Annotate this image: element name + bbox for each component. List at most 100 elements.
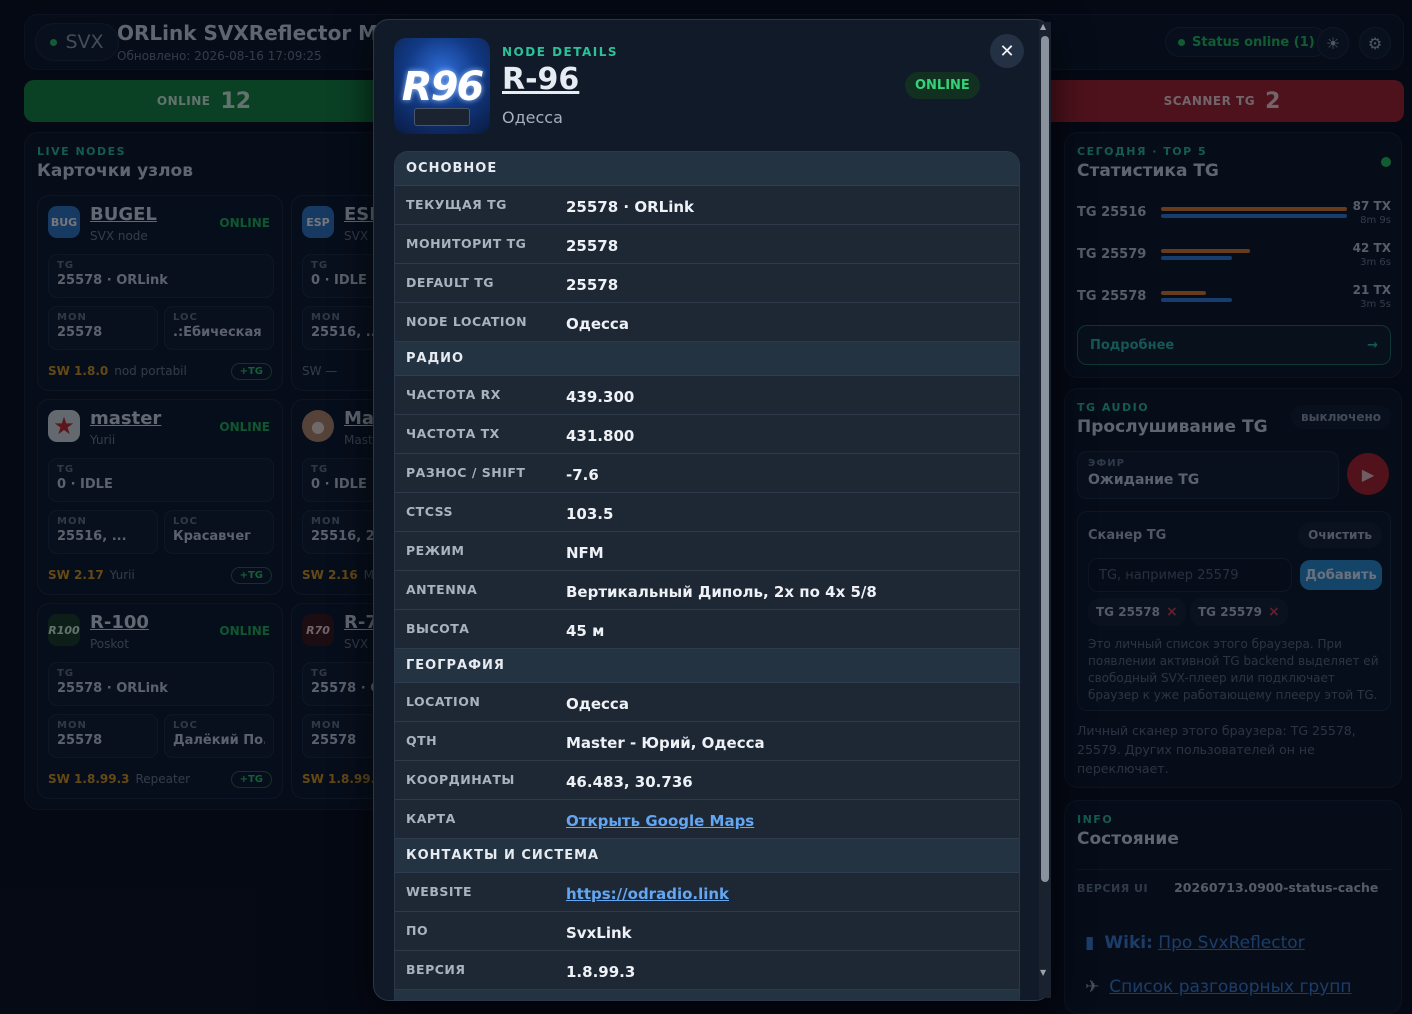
node-name[interactable]: BUGEL [90,204,157,225]
node-details-table: ОСНОВНОЕ ТЕКУЩАЯ TG 25578 · ORLink МОНИТОРИ… [394,151,1020,1000]
node-card-esp[interactable]: ESP ESP SVX n TG 0 · IDLE MON 25516, ...… [291,195,383,391]
stats-more-button[interactable]: Подробнее → [1077,325,1391,365]
tg-stat-row[interactable]: TG 25578 21 TX 3m 5s [1077,283,1391,313]
audio-state-toggle[interactable]: выключено [1291,405,1391,429]
node-details-modal: R96 NODE DETAILS R-96 Одесса ONLINE ✕ ОС… [373,19,1051,1001]
add-tg-scanner-button[interactable]: Добавить [1300,560,1382,590]
node-name[interactable]: master [90,408,161,429]
detail-value: 439.300 [566,388,635,406]
ether-label: ЭФИР [1088,458,1125,469]
detail-key: ПО [406,923,429,938]
scanner-count: 2 [1265,88,1281,114]
groups-text: Список разговорных групп [1109,977,1352,997]
tg-stat-row[interactable]: TG 25516 87 TX 8m 9s [1077,199,1391,229]
scanner-count-bar[interactable]: SCANNER TG 2 [1040,80,1404,122]
clear-button[interactable]: Очистить [1298,522,1382,548]
detail-link[interactable]: https://odradio.link [566,885,729,903]
node-mon-box: MON 25516, ... [302,306,383,350]
detail-key: КАРТА [406,811,456,826]
tg-chip[interactable]: TG 25578 × [1088,598,1186,626]
section-header: КОНТАКТЫ И СИСТЕМА [395,839,1019,873]
node-card-bugel[interactable]: BUG BUGEL SVX node ONLINE TG 25578 · ORL… [37,195,283,391]
detail-row: ЧАСТОТА RX 439.300 [395,376,1019,415]
add-tg-button[interactable]: +TG [230,363,272,380]
tg-stat-tx-bar [1161,291,1206,295]
node-card-mas[interactable]: ● Mas Maste TG 0 · IDLE MON 25516, 255 S… [291,399,383,595]
star-emblem-icon: ★ [53,412,75,440]
tg-chip[interactable]: TG 25579 × [1190,598,1288,626]
version-value: 20260713.0900-status-cache [1174,880,1379,895]
brand-badge: SVX [35,23,119,61]
detail-key: ВЫСОТА [406,621,470,636]
detail-row: DEFAULT TG 25578 [395,264,1019,303]
node-note: Repeater [135,772,191,786]
node-tg-box: TG 25578 · ORLink [48,662,274,706]
settings-button[interactable]: ⚙ [1359,27,1391,59]
node-mon-box: MON 25578 [48,306,158,350]
stats-eyebrow: СЕГОДНЯ · TOP 5 [1077,145,1208,158]
online-count-bar[interactable]: ONLINE 12 [24,80,384,122]
logo-text: R96 [401,64,484,110]
detail-key: КООРДИНАТЫ [406,772,515,787]
modal-eyebrow: NODE DETAILS [502,45,619,59]
detail-link[interactable]: Открыть Google Maps [566,812,754,830]
detail-row: QTH Master - Юрий, Одесса [395,722,1019,761]
detail-value: 45 м [566,622,605,640]
node-mon-box: MON 25516, 255 [302,510,383,554]
detail-key: NODE LOCATION [406,314,528,329]
tg-input[interactable]: TG, например 25579 [1088,558,1292,592]
audio-eyebrow: TG AUDIO [1077,401,1150,414]
detail-row: КООРДИНАТЫ 46.483, 30.736 [395,761,1019,800]
sun-icon: ☀ [1325,33,1341,53]
scroll-down-arrow-icon[interactable]: ▼ [1040,968,1046,977]
scroll-up-arrow-icon[interactable]: ▲ [1040,22,1046,31]
node-status: ONLINE [219,216,270,230]
loc-value: Красавчег [173,529,251,544]
groups-link[interactable]: ✈ Список разговорных групп [1085,977,1352,997]
node-avatar: R70 [302,614,334,646]
play-button[interactable]: ▶ [1347,453,1389,495]
chip-label: TG 25578 [1096,605,1160,619]
node-card-r100[interactable]: R100 R-100 Poskot ONLINE TG 25578 · ORLi… [37,603,283,799]
node-loc-box: LOC Далёкий По... [164,714,274,758]
node-tg-box: TG 25578 · ORLink [48,254,274,298]
detail-key: РЕЖИМ [406,543,465,558]
node-software: SW 1.8.0 nod portabil [48,364,187,378]
theme-toggle-button[interactable]: ☀ [1317,27,1349,59]
node-logo: R96 [394,38,490,134]
tg-stat-time-bar [1161,298,1232,302]
node-loc-box: LOC .:Ебическая ... [164,306,274,350]
radio-icon [414,108,470,126]
node-name[interactable]: R-100 [90,612,149,633]
add-tg-button[interactable]: +TG [230,771,272,788]
loc-label: LOC [173,720,198,731]
detail-key: WEBSITE [406,884,473,899]
node-tg-box: TG 0 · IDLE [48,458,274,502]
close-icon[interactable]: × [1166,604,1178,620]
node-software: SW 2.16Ma [302,568,381,582]
tg-stat-row[interactable]: TG 25579 42 TX 3m 6s [1077,241,1391,271]
detail-key: ТЕКУЩАЯ TG [406,197,507,212]
modal-title[interactable]: R-96 [502,62,579,97]
modal-scrollbar-thumb[interactable] [1041,36,1049,882]
status-badge[interactable]: Status online (1) [1165,27,1328,57]
node-software: SW 1.8.99.3 Repeater [48,772,190,786]
node-mon-box: MON 25578 [302,714,383,758]
section-header: ПРОТОКОЛ [395,990,1019,1000]
tg-value: 0 · IDLE [57,477,113,492]
wiki-link[interactable]: ▮ Wiki: Про SvxReflector [1085,933,1305,953]
online-label: ONLINE [156,94,211,108]
loc-value: .:Ебическая ... [173,325,265,340]
brand-status-dot [50,38,58,46]
add-tg-button[interactable]: +TG [230,567,272,584]
nodes-eyebrow: LIVE NODES [37,145,127,158]
node-card-master[interactable]: ★ master Yurii ONLINE TG 0 · IDLE MON 25… [37,399,283,595]
detail-value: 431.800 [566,427,635,445]
tg-stat-name: TG 25516 [1077,205,1147,220]
close-icon[interactable]: × [1268,604,1280,620]
close-button[interactable]: ✕ [990,34,1024,68]
info-eyebrow: INFO [1077,813,1114,826]
audio-title: Прослушивание TG [1077,417,1268,437]
node-card-r7[interactable]: R70 R-7 SVX r TG 25578 · OR MON 25578 SW… [291,603,383,799]
tg-label: TG [57,260,75,271]
